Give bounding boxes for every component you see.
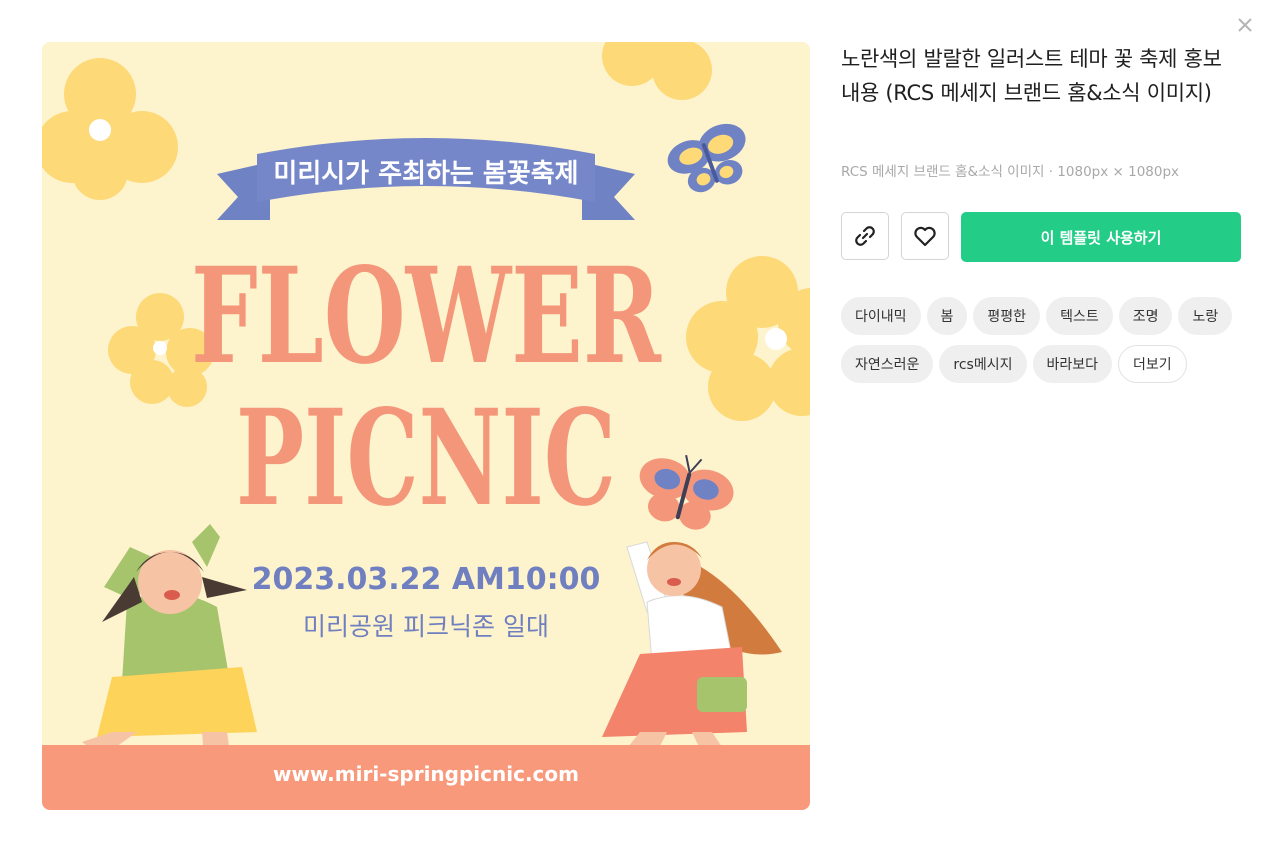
headline-line1: FLOWER <box>191 239 662 394</box>
copy-link-button[interactable] <box>841 212 889 260</box>
close-icon <box>1238 18 1252 32</box>
tag-chip[interactable]: 자연스러운 <box>841 345 934 383</box>
tag-chip[interactable]: 평평한 <box>973 297 1041 335</box>
tag-chip[interactable]: rcs메시지 <box>939 345 1027 383</box>
tag-chip[interactable]: 다이내믹 <box>841 297 921 335</box>
banner-text: 미리시가 주최하는 봄꽃축제 <box>273 159 578 189</box>
headline-line2: PICNIC <box>236 381 616 536</box>
tag-chip[interactable]: 노랑 <box>1178 297 1233 335</box>
event-date: 2023.03.22 AM10:00 <box>252 562 601 597</box>
template-meta: RCS 메세지 브랜드 홈&소식 이미지 · 1080px × 1080px <box>841 164 1180 180</box>
close-button[interactable] <box>1232 12 1258 38</box>
link-icon <box>855 226 875 246</box>
favorite-button[interactable] <box>901 212 949 260</box>
event-url: www.miri-springpicnic.com <box>273 762 579 786</box>
more-tags-button[interactable]: 더보기 <box>1118 345 1187 383</box>
template-preview: 미리시가 주최하는 봄꽃축제 FLOWER PICNIC 2023.03.22 … <box>42 42 810 810</box>
event-location: 미리공원 피크닉존 일대 <box>303 612 549 641</box>
template-title: 노란색의 발랄한 일러스트 테마 꽃 축제 홍보 내용 (RCS 메세지 브랜드… <box>841 47 1222 105</box>
tag-chip[interactable]: 조명 <box>1118 297 1173 335</box>
use-template-button[interactable]: 이 템플릿 사용하기 <box>961 212 1241 262</box>
tag-chip[interactable]: 봄 <box>926 297 968 335</box>
tag-chip[interactable]: 텍스트 <box>1046 297 1113 335</box>
heart-icon <box>914 226 936 247</box>
tag-chip[interactable]: 바라보다 <box>1032 345 1113 383</box>
tag-list: 다이내믹 봄 평평한 텍스트 조명 노랑 자연스러운 rcs메시지 바라보다 더… <box>841 297 1241 383</box>
